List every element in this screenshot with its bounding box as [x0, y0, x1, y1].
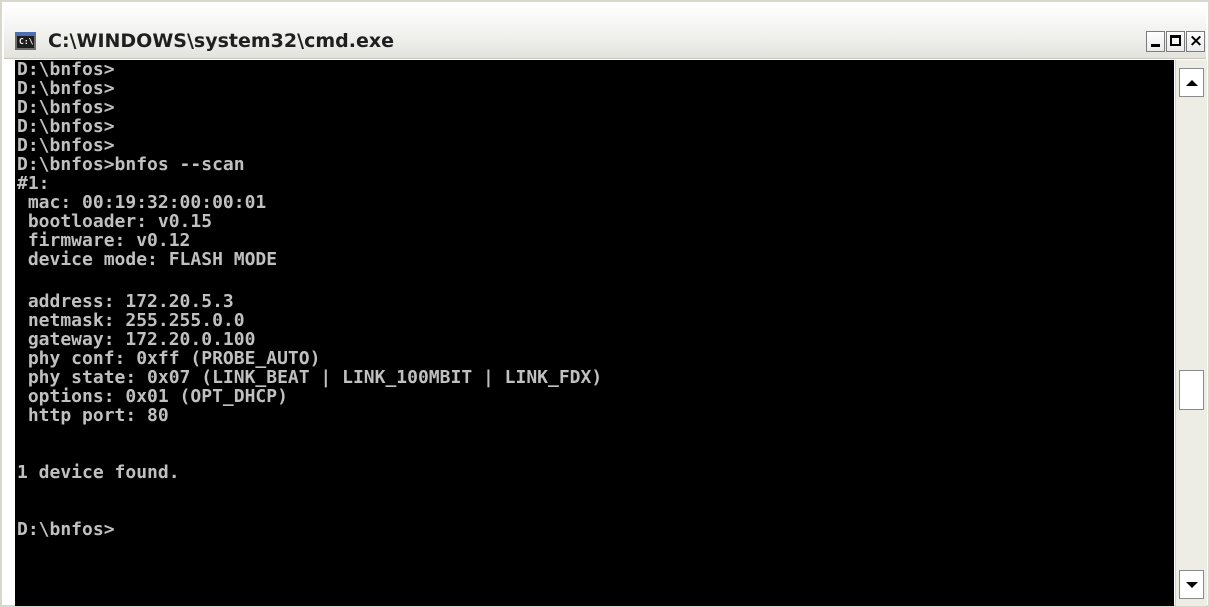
- console-line: netmask: 255.255.0.0: [17, 310, 245, 331]
- close-button[interactable]: ×: [1186, 31, 1205, 52]
- cmd-icon-text: C:\: [19, 37, 34, 46]
- console-line: address: 172.20.5.3: [17, 291, 234, 312]
- cmd-icon[interactable]: C:\: [15, 32, 36, 50]
- maximize-icon: [1170, 35, 1181, 46]
- console-line: mac: 00:19:32:00:00:01: [17, 192, 267, 213]
- console-line: http port: 80: [17, 405, 169, 426]
- scroll-up-arrow-icon: [1186, 80, 1198, 86]
- console-line: #1:: [17, 173, 50, 194]
- scroll-down-button[interactable]: [1179, 570, 1204, 599]
- scroll-down-arrow-icon: [1186, 582, 1198, 588]
- minimize-button[interactable]: [1146, 31, 1165, 52]
- console-line: 1 device found.: [17, 462, 180, 483]
- console-line: device mode: FLASH MODE: [17, 249, 278, 270]
- scroll-up-button[interactable]: [1179, 68, 1204, 97]
- console-line: bootloader: v0.15: [17, 211, 213, 232]
- console-line: phy state: 0x07 (LINK_BEAT | LINK_100MBI…: [17, 367, 603, 388]
- console-output[interactable]: D:\bnfos> D:\bnfos> D:\bnfos> D:\bnfos> …: [15, 60, 1174, 606]
- maximize-button[interactable]: [1166, 31, 1185, 52]
- console-line: firmware: v0.12: [17, 230, 191, 251]
- console-line: D:\bnfos>: [17, 97, 115, 118]
- console-line: D:\bnfos>: [17, 116, 115, 137]
- minimize-icon: [1151, 44, 1160, 47]
- console-line: D:\bnfos>: [17, 78, 115, 99]
- console-line: options: 0x01 (OPT_DHCP): [17, 386, 288, 407]
- cmd-window: C:\ C:\WINDOWS\system32\cmd.exe × D:\bnf…: [0, 0, 1210, 607]
- console-line: D:\bnfos>bnfos --scan: [17, 154, 245, 175]
- console-line: D:\bnfos>: [17, 519, 115, 540]
- console-line: D:\bnfos>: [17, 135, 115, 156]
- close-icon: ×: [1188, 31, 1204, 51]
- console-line: gateway: 172.20.0.100: [17, 329, 256, 350]
- console-line: D:\bnfos>: [17, 60, 115, 80]
- title-bar[interactable]: C:\ C:\WINDOWS\system32\cmd.exe ×: [4, 4, 1206, 59]
- console-line: phy conf: 0xff (PROBE_AUTO): [17, 348, 321, 369]
- vertical-scrollbar[interactable]: [1175, 60, 1207, 606]
- window-title: C:\WINDOWS\system32\cmd.exe: [48, 30, 394, 52]
- scrollbar-thumb[interactable]: [1179, 370, 1204, 410]
